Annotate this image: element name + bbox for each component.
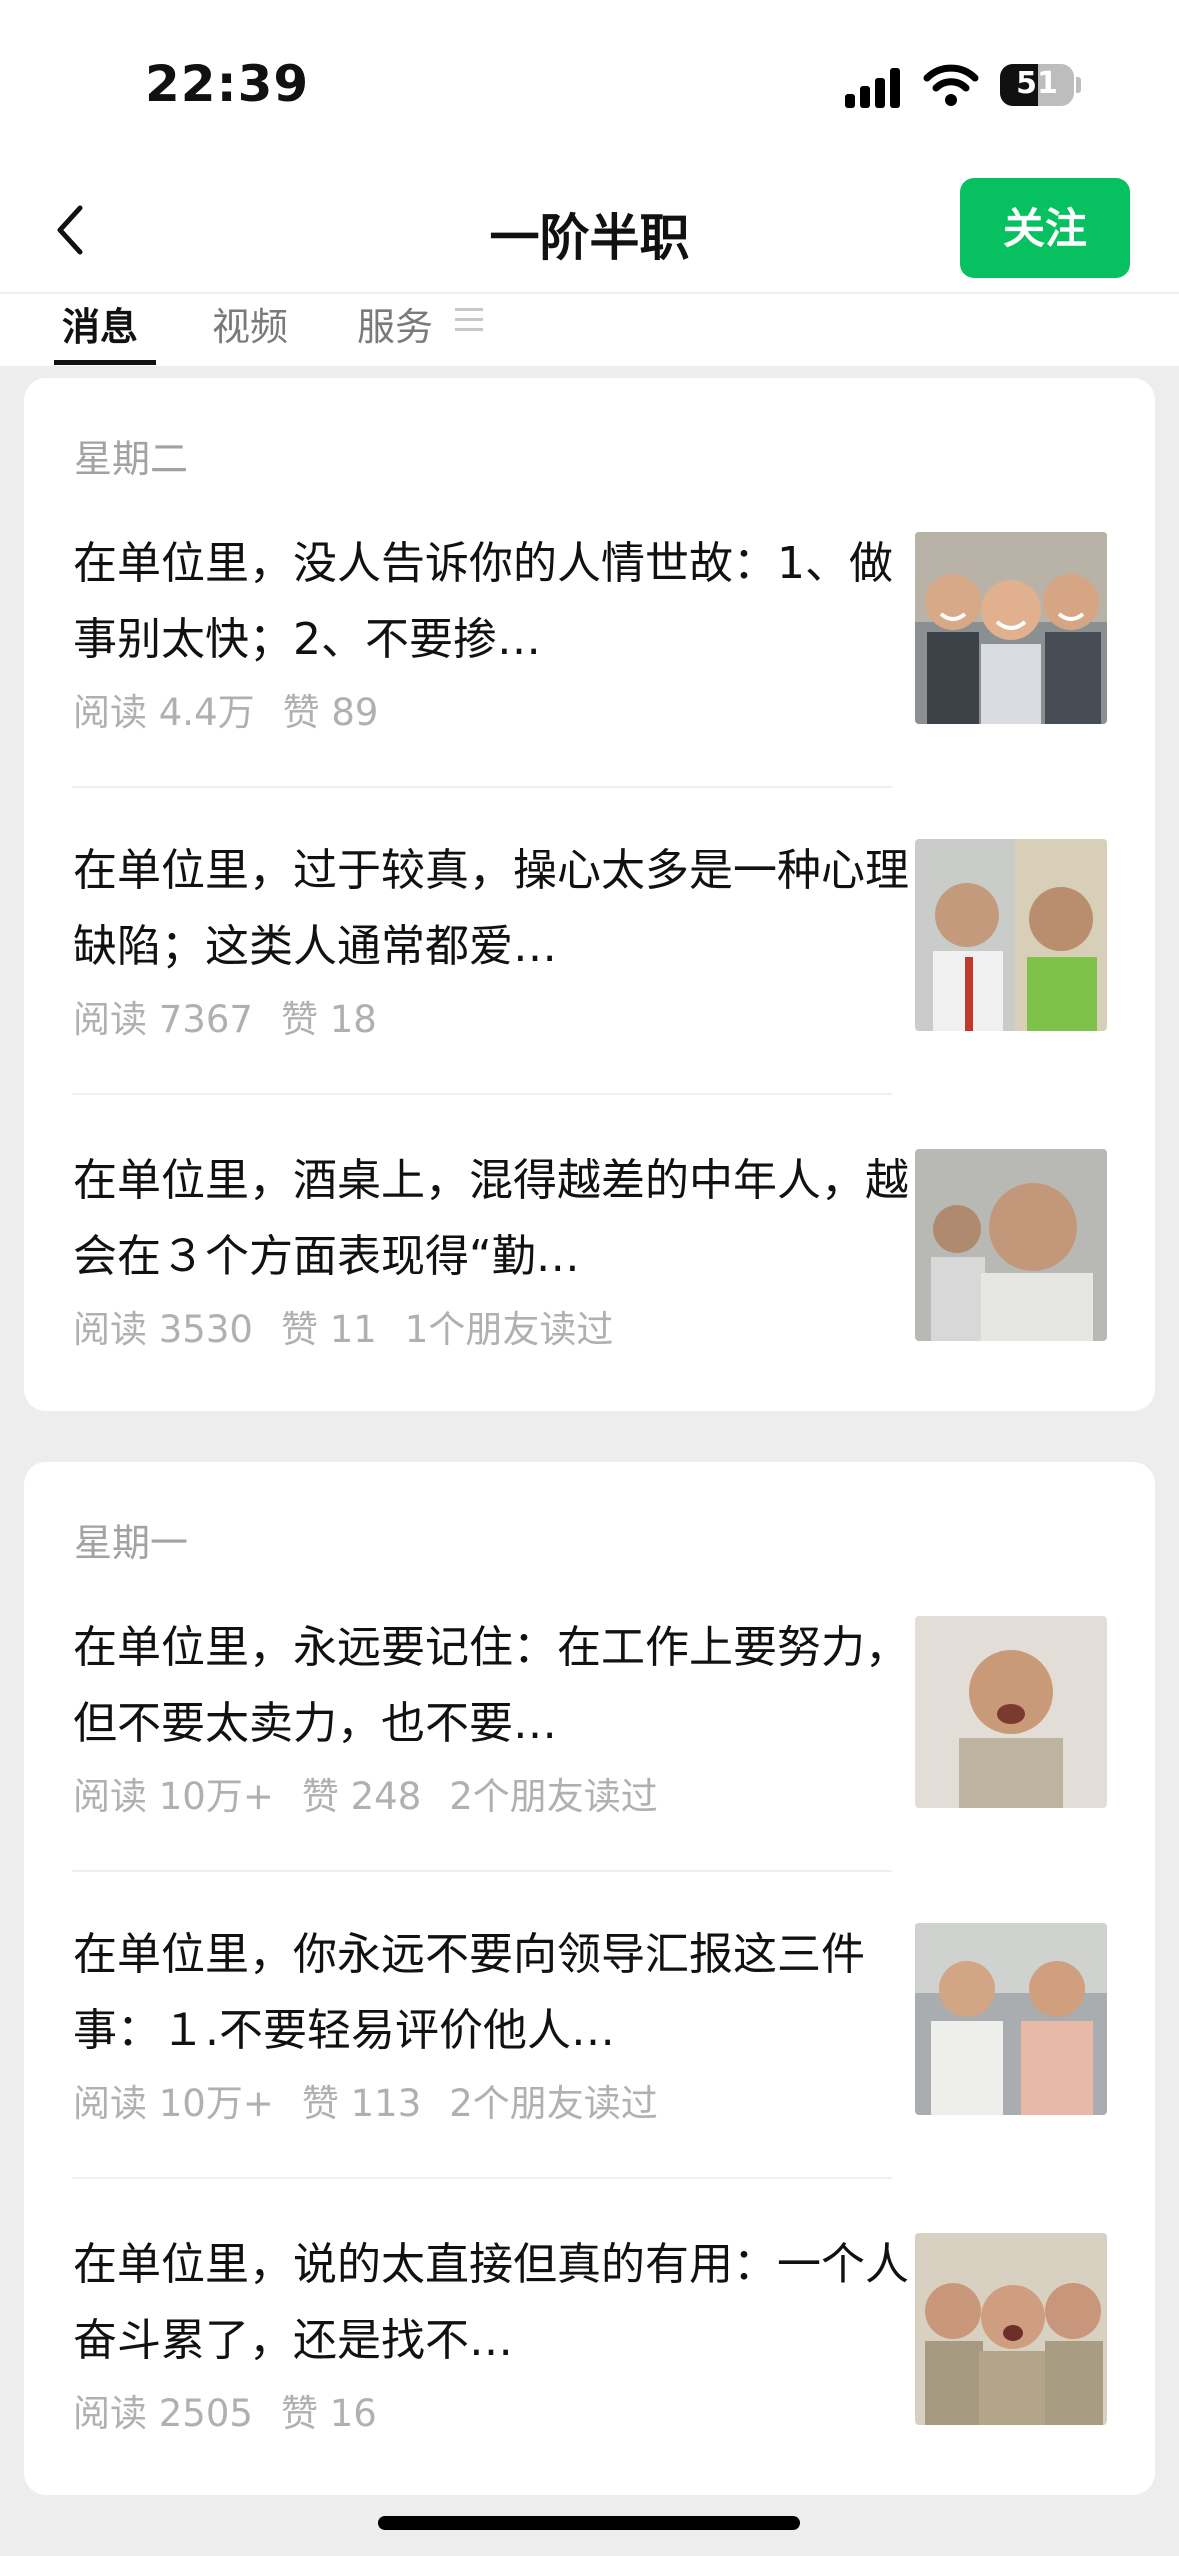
tab-videos[interactable]: 视频 (212, 296, 288, 351)
article-title: 在单位里，你永远不要向领导汇报这三件事：１.不要轻易评价他人… (73, 1929, 865, 2056)
menu-icon[interactable] (455, 306, 483, 334)
article-thumbnail (915, 1149, 1107, 1341)
article-item[interactable]: 在单位里，过于较真，操心太多是一种心理缺陷；这类人通常都爱… 阅读 7367 赞 … (24, 833, 1155, 1123)
read-count: 阅读 7367 (73, 998, 253, 1041)
article-title: 在单位里，说的太直接但真的有用：一个人奋斗累了，还是找不… (73, 2239, 909, 2366)
article-thumbnail (915, 1616, 1107, 1808)
read-count: 阅读 3530 (73, 1308, 253, 1351)
home-indicator (378, 2516, 800, 2530)
group-day-label: 星期二 (74, 437, 189, 481)
battery-icon: 51 (1000, 64, 1074, 106)
group-day-label: 星期一 (74, 1521, 189, 1565)
status-time: 22:39 (145, 55, 310, 113)
friends-read: 2个朋友读过 (449, 2082, 658, 2125)
article-meta: 阅读 10万+ 赞 113 2个朋友读过 (73, 2073, 686, 2127)
article-meta: 阅读 10万+ 赞 248 2个朋友读过 (73, 1766, 686, 1820)
tab-services[interactable]: 服务 (357, 296, 433, 351)
tab-bar: 消息 视频 服务 (0, 292, 1179, 366)
article-title: 在单位里，永远要记住：在工作上要努力，但不要太卖力，也不要… (73, 1622, 909, 1749)
article-thumbnail (915, 2233, 1107, 2425)
article-item[interactable]: 在单位里，没人告诉你的人情世故：1、做事别太快；2、不要掺… 阅读 4.4万赞 … (24, 526, 1155, 816)
divider (72, 786, 892, 788)
friends-read: 2个朋友读过 (449, 1775, 658, 1818)
tab-messages[interactable]: 消息 (62, 296, 138, 351)
article-title: 在单位里，酒桌上，混得越差的中年人，越会在３个方面表现得“勤… (73, 1155, 909, 1282)
article-meta: 阅读 4.4万赞 89 (73, 682, 406, 736)
friends-read: 1个朋友读过 (404, 1308, 614, 1351)
article-item[interactable]: 在单位里，说的太直接但真的有用：一个人奋斗累了，还是找不… 阅读 2505 赞 1… (24, 2227, 1155, 2517)
article-meta: 阅读 3530 赞 11 1个朋友读过 (73, 1299, 641, 1353)
wifi-icon (923, 64, 979, 106)
article-meta: 阅读 2505 赞 16 (73, 2383, 405, 2437)
nav-bar: 一阶半职 关注 (0, 170, 1179, 295)
status-bar: 22:39 51 (0, 0, 1179, 170)
article-title: 在单位里，过于较真，操心太多是一种心理缺陷；这类人通常都爱… (73, 845, 909, 972)
battery-percent: 51 (1016, 66, 1058, 101)
read-count: 阅读 10万+ (73, 1775, 274, 1818)
divider (72, 1870, 892, 1872)
message-group-card: 星期二 在单位里，没人告诉你的人情世故：1、做事别太快；2、不要掺… 阅读 4.… (24, 378, 1155, 1411)
article-thumbnail (915, 839, 1107, 1031)
article-meta: 阅读 7367 赞 18 (73, 989, 405, 1043)
article-thumbnail (915, 1923, 1107, 2115)
like-count: 赞 11 (280, 1308, 377, 1351)
like-count: 赞 113 (301, 2082, 422, 2125)
divider (72, 2177, 892, 2179)
battery-tip (1076, 77, 1081, 93)
read-count: 阅读 10万+ (73, 2082, 274, 2125)
like-count: 赞 89 (282, 691, 379, 734)
divider (72, 1093, 892, 1095)
article-thumbnail (915, 532, 1107, 724)
like-count: 赞 18 (280, 998, 377, 1041)
article-item[interactable]: 在单位里，酒桌上，混得越差的中年人，越会在３个方面表现得“勤… 阅读 3530 赞… (24, 1143, 1155, 1433)
cellular-signal-icon (845, 68, 905, 108)
active-tab-indicator (54, 360, 156, 365)
article-item[interactable]: 在单位里，你永远不要向领导汇报这三件事：１.不要轻易评价他人… 阅读 10万+ 赞… (24, 1917, 1155, 2207)
like-count: 赞 248 (301, 1775, 422, 1818)
follow-button[interactable]: 关注 (960, 178, 1130, 278)
article-title: 在单位里，没人告诉你的人情世故：1、做事别太快；2、不要掺… (73, 538, 893, 665)
article-item[interactable]: 在单位里，永远要记住：在工作上要努力，但不要太卖力，也不要… 阅读 10万+ 赞 … (24, 1610, 1155, 1900)
message-group-card: 星期一 在单位里，永远要记住：在工作上要努力，但不要太卖力，也不要… 阅读 10… (24, 1462, 1155, 2495)
like-count: 赞 16 (280, 2392, 377, 2435)
read-count: 阅读 4.4万 (73, 691, 255, 734)
read-count: 阅读 2505 (73, 2392, 253, 2435)
